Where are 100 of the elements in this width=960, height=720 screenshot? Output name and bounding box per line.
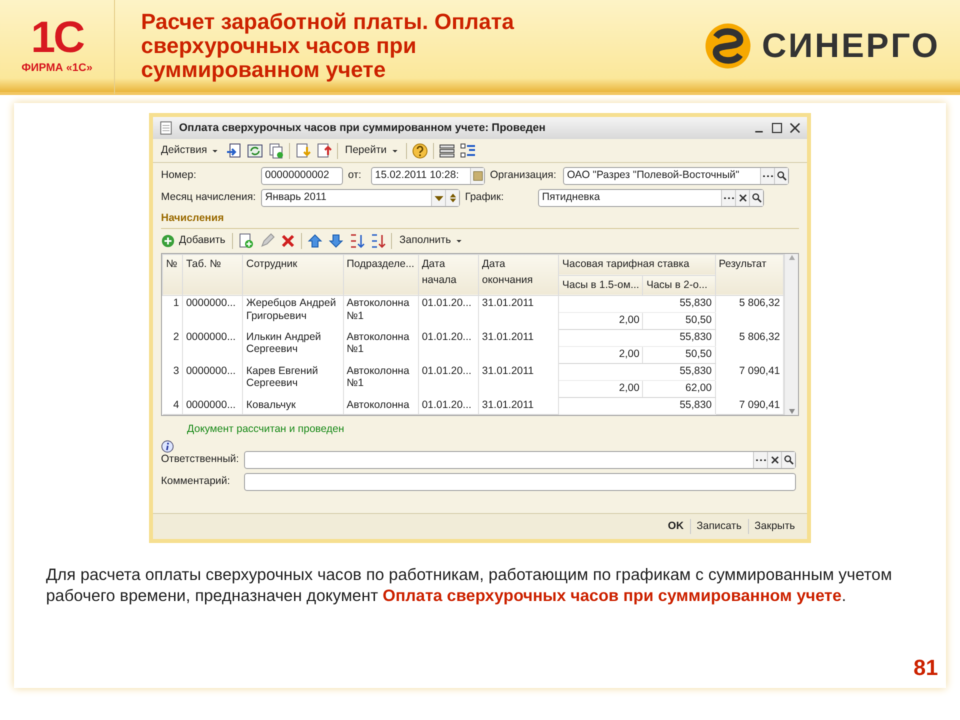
field-button[interactable] xyxy=(767,452,781,468)
table-cell: 2,00 xyxy=(558,380,643,398)
arrow-up-icon[interactable] xyxy=(307,232,324,249)
field-button[interactable] xyxy=(431,190,445,206)
column-header[interactable]: Дата окончания xyxy=(478,254,559,296)
comment-field[interactable] xyxy=(244,473,796,491)
close-icon[interactable] xyxy=(789,122,801,134)
ellipsis-icon xyxy=(756,458,766,462)
field-label: Организация: xyxy=(490,168,558,184)
table-cell: 2,00 xyxy=(558,346,643,364)
field-button[interactable] xyxy=(774,168,788,184)
table-cell: 31.01.2011 xyxy=(478,330,559,364)
column-header[interactable]: Таб. № xyxy=(182,254,243,296)
table-cell: 01.01.20... xyxy=(418,330,478,364)
field-button[interactable] xyxy=(721,190,735,206)
pencil-icon[interactable] xyxy=(259,232,276,249)
dialog-button[interactable]: OK xyxy=(662,518,690,534)
partner-logo-text: СИНЕРГО xyxy=(762,26,940,66)
swirl-logo-icon xyxy=(704,22,752,70)
help-icon[interactable] xyxy=(412,142,428,158)
date-field[interactable]: 15.02.2011 10:28: xyxy=(371,167,485,185)
document-arrow-icon[interactable] xyxy=(316,142,332,158)
field-button[interactable] xyxy=(753,452,767,468)
ellipsis-icon xyxy=(762,174,772,178)
menu-button[interactable]: Перейти xyxy=(343,142,401,158)
table-cell: 4 xyxy=(162,398,183,415)
table-cell: 01.01.20... xyxy=(418,296,478,330)
field-label: Номер: xyxy=(161,168,198,184)
field-button[interactable] xyxy=(749,190,763,206)
table-cell: Ковальчук xyxy=(242,398,344,415)
field-button[interactable] xyxy=(760,168,774,184)
table-cell: 0000000... xyxy=(182,364,243,398)
menu-button[interactable]: Действия xyxy=(159,142,222,158)
table-cell: Карев Евгений Сергеевич xyxy=(242,364,344,398)
add-button[interactable]: Добавить xyxy=(159,232,228,249)
month-field[interactable]: Январь 2011 xyxy=(261,189,460,207)
field-button[interactable] xyxy=(735,190,749,206)
field-button[interactable] xyxy=(470,168,484,184)
table-cell: 55,830 xyxy=(558,296,716,313)
refresh-icon[interactable] xyxy=(247,142,264,158)
copy-add-icon[interactable] xyxy=(238,232,254,249)
field-label: Месяц начисления: xyxy=(161,190,256,206)
table-cell: 1 xyxy=(162,296,183,330)
table-cell: 01.01.20... xyxy=(418,398,478,415)
column-header[interactable]: Результат xyxy=(715,254,784,296)
search-icon xyxy=(776,171,786,181)
maximize-icon[interactable] xyxy=(771,122,783,134)
schedule-field[interactable]: Пятидневка xyxy=(538,189,764,207)
table-cell: 50,50 xyxy=(642,346,716,364)
field-label: График: xyxy=(465,190,505,206)
organization-field[interactable]: ОАО "Разрез "Полевой-Восточный" xyxy=(563,167,789,185)
scroll-down-icon[interactable] xyxy=(788,407,796,416)
column-header[interactable]: Часовая тарифная ставка xyxy=(558,254,716,275)
table-cell: 55,830 xyxy=(558,330,716,347)
dialog-button[interactable]: Записать xyxy=(690,518,748,534)
field-button[interactable] xyxy=(781,452,795,468)
add-icon xyxy=(161,234,175,248)
field-label: Ответственный: xyxy=(161,452,239,468)
sort-descending-icon[interactable] xyxy=(370,232,386,249)
column-header[interactable]: Дата начала xyxy=(418,254,478,296)
table-cell: 31.01.2011 xyxy=(478,296,559,330)
document-arrow-icon[interactable] xyxy=(295,142,312,158)
table-cell: 55,830 xyxy=(558,364,716,381)
dropdown-arrow-icon xyxy=(434,193,444,203)
field-label: от: xyxy=(348,168,362,184)
column-header[interactable]: Сотрудник xyxy=(242,254,344,296)
responsible-field[interactable] xyxy=(244,451,796,469)
table-cell: Автоколонна xyxy=(343,398,418,415)
table-cell: 2 xyxy=(162,330,183,364)
description-text: Для расчета оплаты сверхурочных часов по работникам, работающим по графикам с суммированным учетом рабочего времени, предназначен документ Оплата сверхурочных часов при суммированном учете. xyxy=(46,565,893,608)
copy-document-icon[interactable] xyxy=(268,142,284,158)
ellipsis-icon xyxy=(724,196,734,200)
clear-icon xyxy=(738,193,748,203)
table-cell: 62,00 xyxy=(642,380,716,398)
document-icon xyxy=(159,121,173,135)
table-cell: Илькин Андрей Сергеевич xyxy=(242,330,344,364)
dialog-button[interactable]: Закрыть xyxy=(748,518,801,534)
clear-icon xyxy=(770,455,780,465)
column-header[interactable]: Часы в 2-о... xyxy=(642,275,716,296)
window-title: Оплата сверхурочных часов при суммированном учете: Проведен xyxy=(179,120,547,136)
table-cell: Автоколонна №1 xyxy=(343,296,418,330)
column-header[interactable]: Подразделе... xyxy=(343,254,418,296)
page-number: 81 xyxy=(914,654,938,682)
number-field[interactable]: 00000000002 xyxy=(261,167,343,185)
arrow-into-document-icon[interactable] xyxy=(226,142,242,158)
menu-button[interactable]: Заполнить xyxy=(397,232,465,249)
delete-icon[interactable] xyxy=(280,232,296,249)
sort-ascending-icon[interactable] xyxy=(349,232,366,249)
arrow-down-icon[interactable] xyxy=(328,232,344,249)
table-cell: 0000000... xyxy=(182,330,243,364)
table-cell: 7 090,41 xyxy=(715,398,784,415)
list-icon[interactable] xyxy=(438,142,455,158)
table-cell: Жеребцов Андрей Григорьевич xyxy=(242,296,344,330)
column-header[interactable]: Часы в 1.5-ом... xyxy=(558,275,643,296)
tree-list-icon[interactable] xyxy=(460,142,476,158)
field-button[interactable] xyxy=(445,190,459,206)
scrollbar[interactable] xyxy=(784,254,798,416)
table-cell: 55,830 xyxy=(558,398,716,415)
column-header[interactable]: № xyxy=(162,254,183,296)
table-cell: 31.01.2011 xyxy=(478,398,559,415)
